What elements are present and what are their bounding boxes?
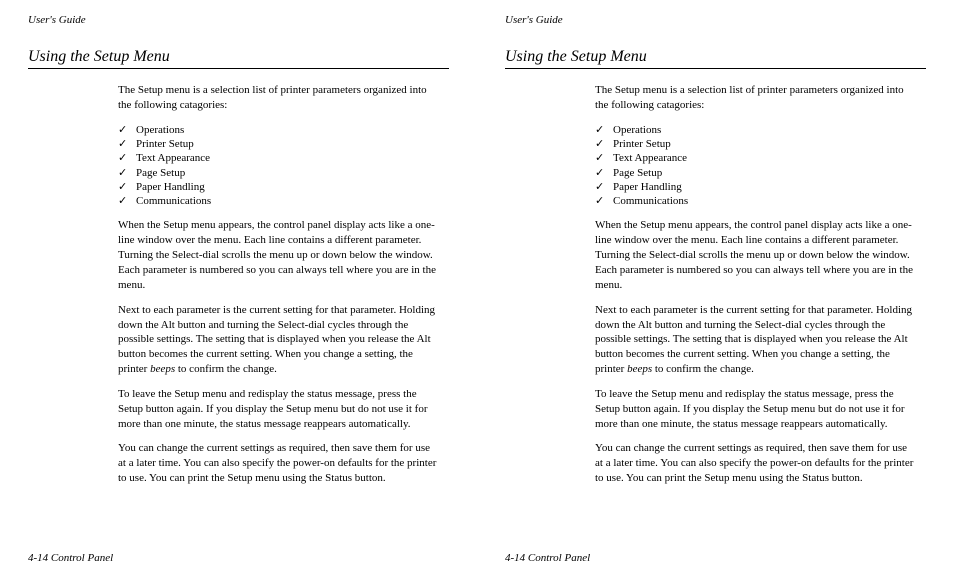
list-item: Text Appearance (118, 151, 439, 165)
section-heading: Using the Setup Menu (505, 48, 926, 69)
paragraph: Next to each parameter is the current se… (595, 303, 916, 377)
intro-paragraph: The Setup menu is a selection list of pr… (118, 83, 439, 113)
list-item: Operations (595, 123, 916, 137)
list-item: Printer Setup (118, 137, 439, 151)
paragraph: To leave the Setup menu and redisplay th… (118, 387, 439, 432)
category-list: Operations Printer Setup Text Appearance… (118, 123, 439, 209)
list-item: Text Appearance (595, 151, 916, 165)
emphasized-word: beeps (627, 363, 652, 375)
list-item: Printer Setup (595, 137, 916, 151)
list-item: Paper Handling (118, 180, 439, 194)
running-header: User's Guide (28, 14, 449, 26)
list-item: Page Setup (118, 166, 439, 180)
paragraph: To leave the Setup menu and redisplay th… (595, 387, 916, 432)
paragraph: You can change the current settings as r… (595, 441, 916, 486)
body-content: The Setup menu is a selection list of pr… (505, 83, 926, 486)
paragraph: Next to each parameter is the current se… (118, 303, 439, 377)
list-item: Communications (118, 194, 439, 208)
section-heading: Using the Setup Menu (28, 48, 449, 69)
emphasized-word: beeps (150, 363, 175, 375)
list-item: Operations (118, 123, 439, 137)
running-header: User's Guide (505, 14, 926, 26)
list-item: Paper Handling (595, 180, 916, 194)
page-footer: 4-14 Control Panel (505, 552, 590, 564)
page-left: User's Guide Using the Setup Menu The Se… (0, 0, 477, 580)
page-right: User's Guide Using the Setup Menu The Se… (477, 0, 954, 580)
paragraph: You can change the current settings as r… (118, 441, 439, 486)
intro-paragraph: The Setup menu is a selection list of pr… (595, 83, 916, 113)
paragraph: When the Setup menu appears, the control… (595, 218, 916, 292)
list-item: Page Setup (595, 166, 916, 180)
paragraph: When the Setup menu appears, the control… (118, 218, 439, 292)
body-content: The Setup menu is a selection list of pr… (28, 83, 449, 486)
page-footer: 4-14 Control Panel (28, 552, 113, 564)
list-item: Communications (595, 194, 916, 208)
category-list: Operations Printer Setup Text Appearance… (595, 123, 916, 209)
